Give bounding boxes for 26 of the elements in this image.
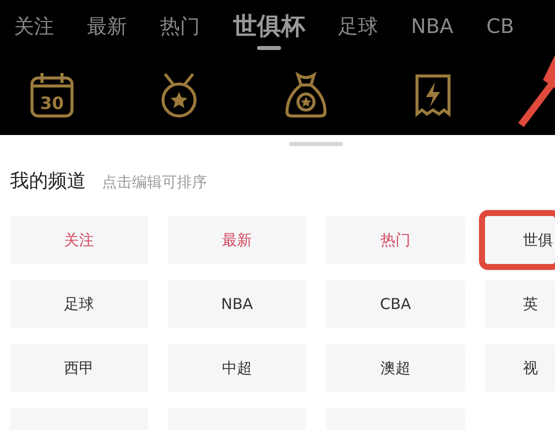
drag-handle[interactable] [289,142,343,146]
channel-tab[interactable]: CB [486,12,514,50]
channel-tile[interactable]: 英 [485,280,555,328]
channel-tab[interactable]: NBA [411,12,454,50]
channel-tile[interactable]: 热门 [326,216,465,264]
channel-tile[interactable]: 关注 [10,216,148,264]
channel-tab[interactable]: 热门 [160,12,200,50]
channel-tile[interactable]: 西甲 [10,344,148,392]
channel-tab[interactable]: 世俱杯 [233,12,305,50]
channel-tile[interactable]: 中超 [168,344,306,392]
channel-tile[interactable]: 足球 [10,280,148,328]
channel-tab[interactable]: 足球 [338,12,378,50]
section-title: 我的频道 [10,169,86,194]
channel-tile[interactable]: 澳超 [326,344,465,392]
medal-icon[interactable] [159,72,199,118]
channel-tile[interactable]: NBA [168,280,306,328]
hint-text: 点击编辑可排序 [102,173,207,192]
channel-tab[interactable]: 最新 [87,12,127,50]
channel-tile[interactable]: 最新 [168,216,306,264]
channel-tile[interactable]: CBA [326,280,465,328]
channel-tile[interactable]: 世俱 [485,216,555,264]
money-bag-icon[interactable] [284,72,328,118]
channel-tile[interactable]: 视 [485,344,555,392]
tab-indicator [257,46,281,50]
channel-tab[interactable]: 关注 [14,12,54,50]
ticket-icon[interactable] [413,72,453,118]
